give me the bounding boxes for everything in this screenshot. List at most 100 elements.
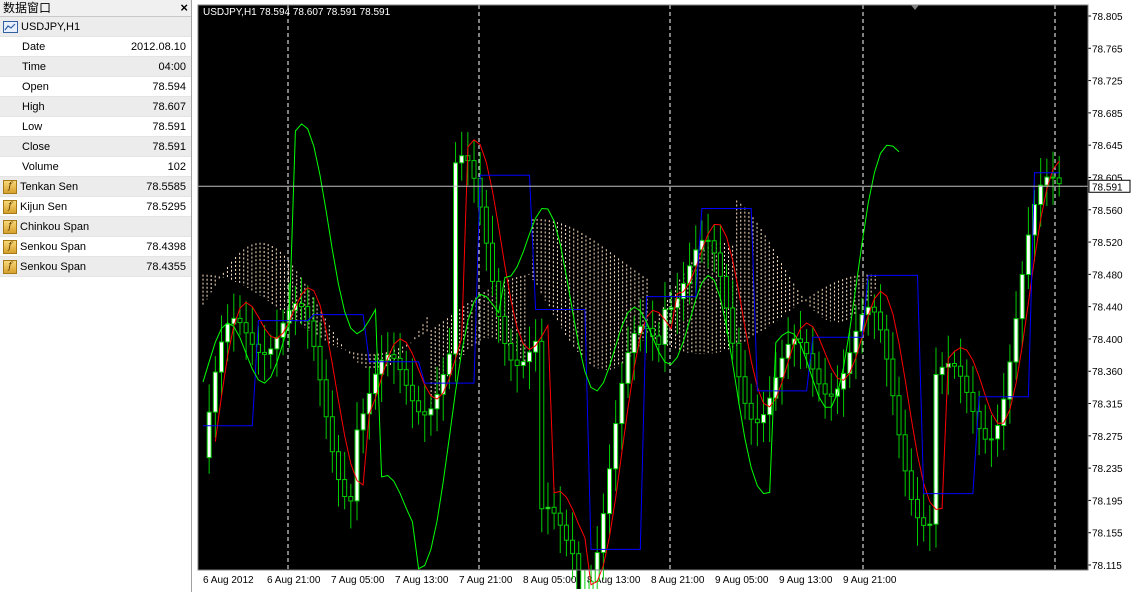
candle-body: [502, 315, 508, 345]
candle-body: [1025, 234, 1031, 276]
candle-body: [742, 376, 748, 404]
candle-body: [416, 400, 422, 413]
candlestick-chart[interactable]: 78.80578.76578.72578.68578.64578.60578.5…: [195, 0, 1137, 592]
candle-body: [995, 425, 1001, 440]
indicator-icon: f: [3, 219, 17, 234]
candle-body: [1001, 398, 1007, 427]
data-row-volume: Volume 102: [0, 157, 191, 177]
candle-body: [951, 363, 957, 367]
close-icon[interactable]: ×: [180, 0, 188, 16]
candle-body: [508, 343, 514, 361]
data-row-tenkan-sen: f Tenkan Sen 78.5585: [0, 177, 191, 197]
candle-body: [520, 361, 526, 367]
candle-body: [933, 374, 939, 525]
candle-body: [397, 357, 403, 371]
candle-body: [1007, 361, 1013, 400]
candle-body: [453, 162, 459, 355]
candle-body: [896, 395, 902, 436]
candle-body: [434, 393, 440, 410]
price-tick-label: 78.765: [1092, 44, 1123, 55]
indicator-icon: f: [3, 259, 17, 274]
price-tick-label: 78.195: [1092, 496, 1123, 507]
candle-body: [705, 239, 711, 242]
candle-body: [600, 513, 606, 554]
data-row-high: High 78.607: [0, 97, 191, 117]
time-tick-label: 7 Aug 21:00: [459, 575, 513, 586]
candle-body: [754, 418, 760, 424]
price-tick-label: 78.480: [1092, 270, 1123, 281]
candle-body: [336, 451, 342, 481]
candle-body: [927, 523, 933, 526]
candle-body: [483, 206, 489, 244]
price-tick-label: 78.115: [1092, 561, 1122, 572]
candle-body: [915, 498, 921, 519]
candle-body: [274, 336, 280, 350]
price-tick-label: 78.725: [1092, 77, 1123, 88]
candle-body: [360, 413, 366, 431]
price-tick-label: 78.560: [1092, 206, 1123, 217]
candle-body: [514, 359, 520, 367]
price-tick-label: 78.400: [1092, 335, 1123, 346]
price-tick-label: 78.645: [1092, 141, 1123, 152]
plot-area: [198, 5, 1088, 570]
data-row-date: Date 2012.08.10: [0, 37, 191, 57]
candle-body: [878, 311, 884, 331]
candle-body: [459, 155, 465, 164]
data-window: 数据窗口 × USDJPY,H1 Date 2012.08.10 Time 04:0…: [0, 0, 192, 592]
price-tick-label: 78.235: [1092, 464, 1123, 475]
candle-body: [970, 391, 976, 412]
candle-body: [908, 470, 914, 500]
candle-body: [471, 160, 477, 179]
time-tick-label: 7 Aug 13:00: [395, 575, 449, 586]
data-row-time: Time 04:00: [0, 57, 191, 77]
candle-body: [317, 345, 323, 381]
indicator-icon: f: [3, 179, 17, 194]
candle-body: [557, 512, 563, 526]
candle-body: [1019, 274, 1025, 320]
candle-body: [428, 408, 434, 416]
candle-body: [348, 496, 354, 502]
time-tick-label: 9 Aug 13:00: [779, 575, 833, 586]
indicator-icon: f: [3, 199, 17, 214]
price-tick-label: 78.360: [1092, 367, 1123, 378]
price-tick-label: 78.805: [1092, 12, 1123, 23]
candle-body: [440, 374, 446, 395]
indicator-icon: f: [3, 239, 17, 254]
candle-body: [570, 539, 576, 555]
candle-body: [625, 352, 631, 384]
price-chart-window[interactable]: 78.805 78.765 78.725 78.685 78.645 78.605 78.5…: [195, 0, 1137, 592]
candle-body: [403, 369, 409, 386]
time-tick-label: 9 Aug 05:00: [715, 575, 769, 586]
candle-body: [1038, 184, 1044, 205]
candle-body: [311, 320, 317, 347]
price-tick-label: 78.155: [1092, 529, 1123, 540]
candle-body: [206, 411, 212, 459]
candle-body: [1056, 177, 1062, 185]
candle-body: [822, 383, 828, 395]
candle-body: [268, 348, 274, 355]
candle-body: [939, 366, 945, 376]
candle-body: [1050, 176, 1056, 179]
candle-body: [982, 428, 988, 440]
candle-body: [717, 252, 723, 277]
data-row-senkou-span-b: f Senkou Span 78.4355: [0, 257, 191, 277]
data-row-kijun-sen: f Kijun Sen 78.5295: [0, 197, 191, 217]
candle-body: [299, 303, 305, 308]
time-tick-label: 7 Aug 05:00: [331, 575, 385, 586]
candle-body: [545, 506, 551, 510]
time-tick-label: 9 Aug 21:00: [843, 575, 897, 586]
candle-body: [964, 375, 970, 393]
candle-body: [711, 240, 717, 254]
data-window-title: 数据窗口 ×: [0, 0, 191, 17]
data-row-low: Low 78.591: [0, 117, 191, 137]
data-row-senkou-span-a: f Senkou Span 78.4398: [0, 237, 191, 257]
candle-body: [656, 335, 662, 345]
candle-body: [730, 307, 736, 344]
candle-body: [446, 353, 452, 376]
candle-body: [329, 416, 335, 453]
candle-body: [631, 333, 637, 354]
candle-body: [761, 414, 767, 424]
candle-body: [662, 308, 668, 345]
candle-body: [902, 434, 908, 472]
candle-body: [539, 340, 545, 510]
